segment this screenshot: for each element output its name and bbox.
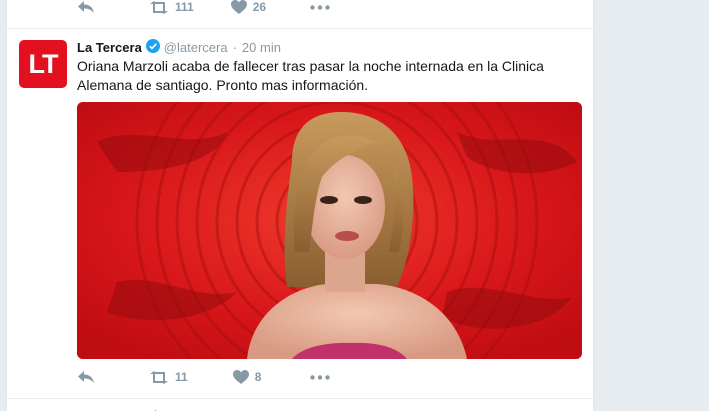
retweet-icon	[149, 0, 169, 14]
avatar[interactable]: LT	[19, 40, 67, 88]
reply-icon[interactable]	[77, 0, 95, 14]
tweet-divider	[7, 28, 593, 29]
more-icon[interactable]	[310, 4, 330, 10]
verified-badge-icon	[145, 38, 160, 56]
heart-icon	[230, 0, 247, 14]
retweet-button[interactable]: 11	[149, 370, 188, 384]
separator-dot: ·	[232, 39, 237, 55]
like-count: 26	[252, 0, 267, 14]
author-name[interactable]: La Tercera	[77, 40, 142, 55]
reply-icon[interactable]	[77, 370, 95, 384]
like-button[interactable]: 26	[230, 0, 267, 14]
tweet-header: La Tercera @latercera · 20 min	[77, 38, 281, 56]
tweet-divider	[7, 398, 593, 399]
tweet-media-photo[interactable]	[77, 102, 582, 359]
more-icon[interactable]	[310, 374, 331, 380]
retweet-button[interactable]: 111	[149, 0, 194, 14]
avatar-logo-text: LT	[28, 48, 59, 79]
like-count: 8	[254, 370, 262, 384]
tweet-text: Oriana Marzoli acaba de fallecer tras pa…	[77, 58, 544, 93]
timeline: 111 26 LT La Tercera @latercera · 20 min…	[6, 0, 594, 411]
tweet-actions: 11 8	[77, 366, 331, 388]
retweet-icon	[153, 404, 163, 411]
like-button[interactable]: 8	[232, 370, 262, 384]
retweet-icon	[149, 370, 169, 384]
retweet-count: 111	[175, 0, 194, 14]
tweet-timestamp[interactable]: 20 min	[242, 40, 281, 55]
heart-icon	[232, 370, 249, 384]
author-handle[interactable]: @latercera	[164, 40, 228, 55]
retweet-count: 11	[175, 370, 188, 384]
prev-tweet-actions: 111 26	[77, 0, 330, 18]
